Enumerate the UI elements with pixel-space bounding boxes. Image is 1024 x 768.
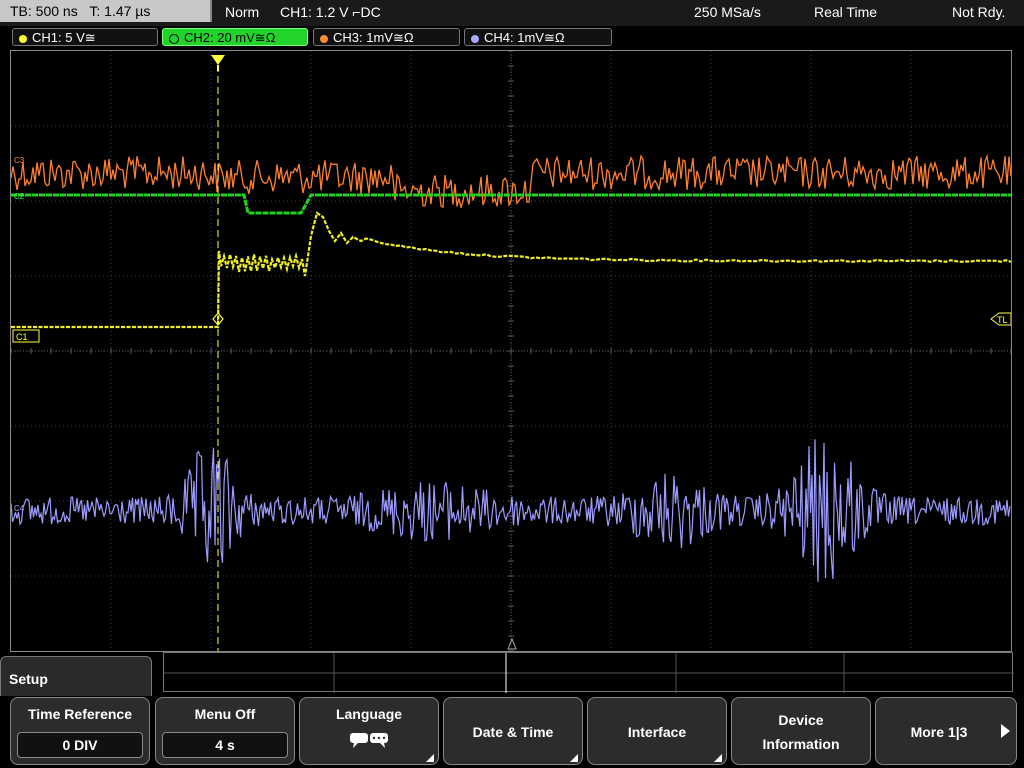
status-bar: TB: 500 ns T: 1.47 µs Norm CH1: 1.2 V ⌐D… [0, 0, 1024, 26]
next-page-icon [1001, 724, 1010, 738]
trigger-mode[interactable]: Norm [225, 0, 259, 24]
speech-bubble-icon [350, 733, 388, 748]
menu-off-softkey[interactable]: Menu Off 4 s [155, 697, 295, 765]
submenu-indicator-icon [714, 754, 722, 762]
ch2-label: CH2: 20 mV≅Ω [184, 30, 276, 45]
more-softkey[interactable]: More 1|3 [875, 697, 1017, 765]
ch4-color-icon [471, 34, 479, 43]
ch4-offset-marker: C4 [14, 504, 25, 513]
waveform-display[interactable]: C1 TL C2 C3 C4 [10, 50, 1012, 652]
submenu-indicator-icon [426, 754, 434, 762]
channel-bar: CH1: 5 V≅ CH2: 20 mV≅Ω CH3: 1mV≅Ω CH4: 1… [0, 26, 1024, 50]
waveform-canvas: C1 TL C2 C3 C4 [11, 51, 1011, 651]
trigger-source[interactable]: CH1: 1.2 V ⌐DC [280, 0, 381, 24]
sample-rate: 250 MSa/s [694, 4, 761, 20]
acquisition-mode: Real Time [814, 4, 878, 20]
ch3-offset-marker: C3 [14, 156, 25, 165]
ch4-label: CH4: 1mV≅Ω [484, 30, 565, 45]
date-time-label: Date & Time [472, 724, 554, 740]
menu-title: Setup [0, 656, 152, 696]
device-information-label-2: Information [762, 736, 840, 752]
ch2-offset-marker: C2 [14, 192, 25, 201]
date-time-softkey[interactable]: Date & Time [443, 697, 583, 765]
device-information-softkey[interactable]: Device Information [731, 697, 871, 765]
ch3-color-icon [320, 34, 328, 43]
channel-tab-ch4[interactable]: CH4: 1mV≅Ω [464, 28, 612, 46]
interface-softkey[interactable]: Interface [587, 697, 727, 765]
trigger-level-marker: TL [997, 315, 1008, 325]
more-label: More 1|3 [910, 724, 968, 740]
acquisition-state: Not Rdy. [952, 4, 1006, 20]
timebase-box[interactable]: TB: 500 ns T: 1.47 µs [0, 0, 212, 22]
trigger-position-icon [211, 55, 225, 65]
time-reference-softkey[interactable]: Time Reference 0 DIV [10, 697, 150, 765]
language-softkey[interactable]: Language [299, 697, 439, 765]
trigger-time-readout: T: 1.47 µs [89, 3, 151, 19]
ch1-offset-marker: C1 [16, 332, 28, 342]
time-reference-label: Time Reference [27, 706, 132, 722]
device-information-label-1: Device [778, 712, 824, 728]
channel-tab-ch3[interactable]: CH3: 1mV≅Ω [313, 28, 460, 46]
timebase-readout: TB: 500 ns [10, 3, 78, 19]
graticule [11, 51, 1011, 651]
time-reference-value[interactable]: 0 DIV [17, 732, 143, 758]
ch2-color-icon [169, 33, 179, 44]
ch1-color-icon [19, 34, 27, 43]
menu-off-label: Menu Off [194, 706, 256, 722]
menu-off-value[interactable]: 4 s [162, 732, 288, 758]
time-reference-icon [507, 637, 517, 650]
language-label: Language [335, 706, 403, 722]
channel-tab-ch1[interactable]: CH1: 5 V≅ [12, 28, 158, 46]
ch3-label: CH3: 1mV≅Ω [333, 30, 414, 45]
ch1-label: CH1: 5 V≅ [32, 30, 96, 45]
info-strip [163, 652, 1014, 693]
submenu-indicator-icon [570, 754, 578, 762]
interface-label: Interface [627, 724, 687, 740]
channel-tab-ch2[interactable]: CH2: 20 mV≅Ω [162, 28, 308, 46]
